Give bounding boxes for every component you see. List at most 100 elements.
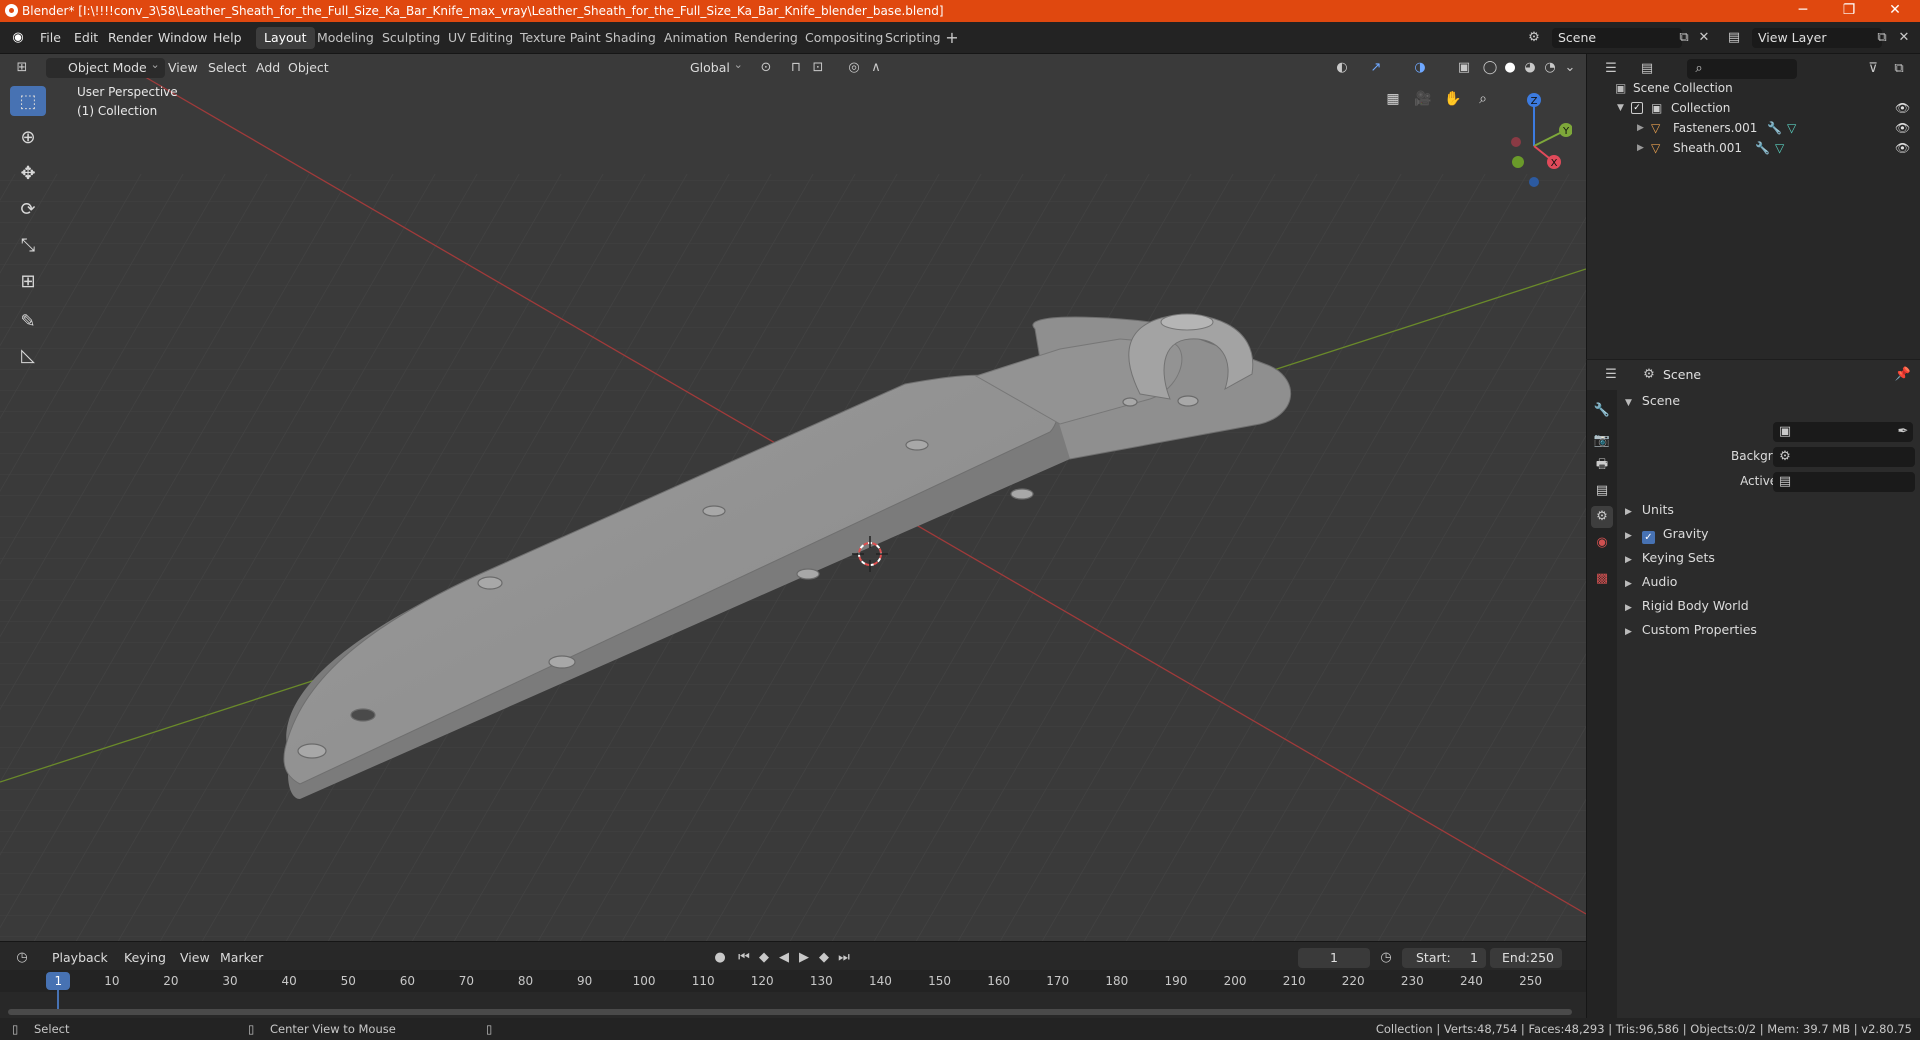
rigid-body-world-section[interactable]: ▶ Rigid Body World: [1625, 595, 1749, 617]
prev-keyframe-icon[interactable]: ◆: [754, 948, 774, 968]
timeline-editor-type-icon[interactable]: ◷: [12, 948, 32, 968]
object-mode-dropdown[interactable]: Object Mode: [46, 55, 165, 78]
delete-view-layer-icon[interactable]: ✕: [1894, 28, 1914, 48]
viewport-menu-select[interactable]: Select: [202, 58, 253, 78]
tab-texture-paint[interactable]: Texture Paint: [512, 27, 609, 49]
tab-scripting[interactable]: Scripting: [877, 27, 949, 49]
rendered-shading-icon[interactable]: ◔: [1540, 58, 1560, 78]
gizmo-neg-y-icon[interactable]: [1512, 156, 1524, 168]
expand-sheath-icon[interactable]: ▶: [1637, 138, 1644, 158]
end-frame-field[interactable]: End: 250: [1490, 948, 1562, 968]
menu-edit[interactable]: Edit: [68, 28, 104, 48]
toggle-grid-view-icon[interactable]: ▦: [1380, 86, 1406, 112]
jump-end-icon[interactable]: ⏭: [834, 948, 854, 968]
filter-icon[interactable]: ⊽: [1863, 59, 1883, 79]
tab-animation[interactable]: Animation: [656, 27, 736, 49]
menu-file[interactable]: File: [34, 28, 67, 48]
pin-icon[interactable]: 📌: [1893, 365, 1913, 385]
xray-toggle-icon[interactable]: ▣: [1454, 58, 1474, 78]
custom-properties-section[interactable]: ▶ Custom Properties: [1625, 619, 1757, 641]
scene-tab-icon[interactable]: ⚙: [1591, 506, 1613, 528]
solid-shading-icon[interactable]: ●: [1500, 58, 1520, 78]
gravity-checkbox[interactable]: ✓: [1641, 531, 1655, 544]
falloff-icon[interactable]: ∧: [866, 58, 886, 78]
3d-viewport[interactable]: ⊞ Object Mode View Select Add Object Glo…: [0, 54, 1586, 941]
gravity-section[interactable]: ▶ ✓ Gravity: [1625, 523, 1709, 545]
editor-type-icon[interactable]: ⊞: [12, 58, 32, 78]
outliner-row-fasteners[interactable]: ▶ ▽ Fasteners.001 🔧 ▽ 👁: [1587, 118, 1920, 138]
menu-help[interactable]: Help: [207, 28, 248, 48]
output-tab-icon[interactable]: 🖶: [1591, 454, 1613, 476]
timeline-menu-view[interactable]: View: [174, 948, 216, 968]
fasteners-visibility-icon[interactable]: 👁: [1895, 118, 1910, 138]
zoom-view-icon[interactable]: ⌕: [1470, 86, 1496, 112]
tab-sculpting[interactable]: Sculpting: [374, 27, 448, 49]
visibility-icon[interactable]: ◐: [1332, 58, 1352, 78]
move-tool[interactable]: ✥: [10, 158, 46, 188]
view-layer-tab-icon[interactable]: ▤: [1591, 480, 1613, 502]
properties-editor-type-icon[interactable]: ☰: [1601, 365, 1621, 385]
overlays-toggle-icon[interactable]: ◑: [1410, 58, 1430, 78]
jump-start-icon[interactable]: ⏮: [734, 948, 754, 968]
viewport-scene[interactable]: [0, 54, 1586, 941]
gizmo-toggle-icon[interactable]: ↗: [1366, 58, 1386, 78]
snap-icon[interactable]: ⊓: [786, 58, 806, 78]
world-tab-icon[interactable]: ◉: [1591, 532, 1613, 554]
pan-view-icon[interactable]: ✋: [1440, 86, 1466, 112]
tab-uv-editing[interactable]: UV Editing: [440, 27, 521, 49]
delete-scene-icon[interactable]: ✕: [1694, 28, 1714, 48]
scene-panel-header[interactable]: ▼ Scene: [1625, 390, 1915, 412]
audio-section[interactable]: ▶ Audio: [1625, 571, 1677, 593]
preview-range-icon[interactable]: ◷: [1376, 948, 1396, 968]
outliner-row-collection[interactable]: ▼ ✓ ▣ Collection 👁: [1587, 98, 1920, 118]
display-mode-icon[interactable]: ▤: [1637, 59, 1657, 79]
scene-selector-icon[interactable]: ⚙: [1524, 28, 1544, 48]
tab-rendering[interactable]: Rendering: [726, 27, 806, 49]
viewport-menu-object[interactable]: Object: [282, 58, 335, 78]
pivot-point-icon[interactable]: ⊙: [756, 58, 776, 78]
select-box-tool[interactable]: ⬚: [10, 86, 46, 116]
scale-tool[interactable]: ⤡: [10, 230, 46, 260]
tab-layout[interactable]: Layout: [256, 27, 315, 49]
navigation-gizmo[interactable]: Z Y X: [1496, 82, 1572, 192]
view-layer-field[interactable]: View Layer: [1752, 28, 1882, 48]
annotate-tool[interactable]: ✎: [10, 306, 46, 336]
timeline-menu-playback[interactable]: Playback: [46, 948, 114, 968]
viewport-menu-view[interactable]: View: [162, 58, 204, 78]
maximize-button[interactable]: ❐: [1826, 0, 1872, 22]
eyedropper-icon[interactable]: ✒: [1893, 422, 1913, 442]
play-reverse-icon[interactable]: ◀: [774, 948, 794, 968]
units-section[interactable]: ▶ Units: [1625, 499, 1674, 521]
snap-target-icon[interactable]: ⊡: [808, 58, 828, 78]
rotate-tool[interactable]: ⟳: [10, 194, 46, 224]
timeline-menu-marker[interactable]: Marker: [214, 948, 269, 968]
record-icon[interactable]: ●: [710, 948, 730, 968]
new-view-layer-icon[interactable]: ⧉: [1872, 28, 1892, 48]
cursor-tool[interactable]: ⊕: [10, 122, 46, 152]
timeline-menu-keying[interactable]: Keying: [118, 948, 172, 968]
measure-tool[interactable]: ◺: [10, 340, 46, 370]
tab-modeling[interactable]: Modeling: [309, 27, 382, 49]
tool-tab-icon[interactable]: 🔧: [1591, 400, 1613, 422]
texture-tab-icon[interactable]: ▩: [1591, 568, 1613, 590]
outliner-row-scene-collection[interactable]: ▣ Scene Collection: [1587, 78, 1920, 98]
timeline-scrollbar[interactable]: [8, 1009, 1572, 1015]
menu-render[interactable]: Render: [102, 28, 159, 48]
transform-tool[interactable]: ⊞: [10, 266, 46, 296]
gizmo-neg-z-icon[interactable]: [1529, 177, 1539, 187]
blender-menu-icon[interactable]: ◉: [8, 28, 28, 48]
collection-checkbox[interactable]: ✓: [1631, 102, 1643, 114]
scene-field[interactable]: Scene: [1552, 28, 1682, 48]
wireframe-shading-icon[interactable]: ◯: [1480, 58, 1500, 78]
camera-view-icon[interactable]: 🎥: [1410, 86, 1436, 112]
expand-fasteners-icon[interactable]: ▶: [1637, 118, 1644, 138]
expand-collection-icon[interactable]: ▼: [1617, 98, 1624, 118]
render-tab-icon[interactable]: 📷: [1591, 430, 1613, 452]
new-collection-icon[interactable]: ⧉: [1889, 59, 1909, 79]
menu-window[interactable]: Window: [152, 28, 213, 48]
new-scene-icon[interactable]: ⧉: [1674, 28, 1694, 48]
tab-shading[interactable]: Shading: [597, 27, 664, 49]
proportional-editing-icon[interactable]: ◎: [844, 58, 864, 78]
collection-visibility-icon[interactable]: 👁: [1895, 98, 1910, 118]
viewport-menu-add[interactable]: Add: [250, 58, 286, 78]
